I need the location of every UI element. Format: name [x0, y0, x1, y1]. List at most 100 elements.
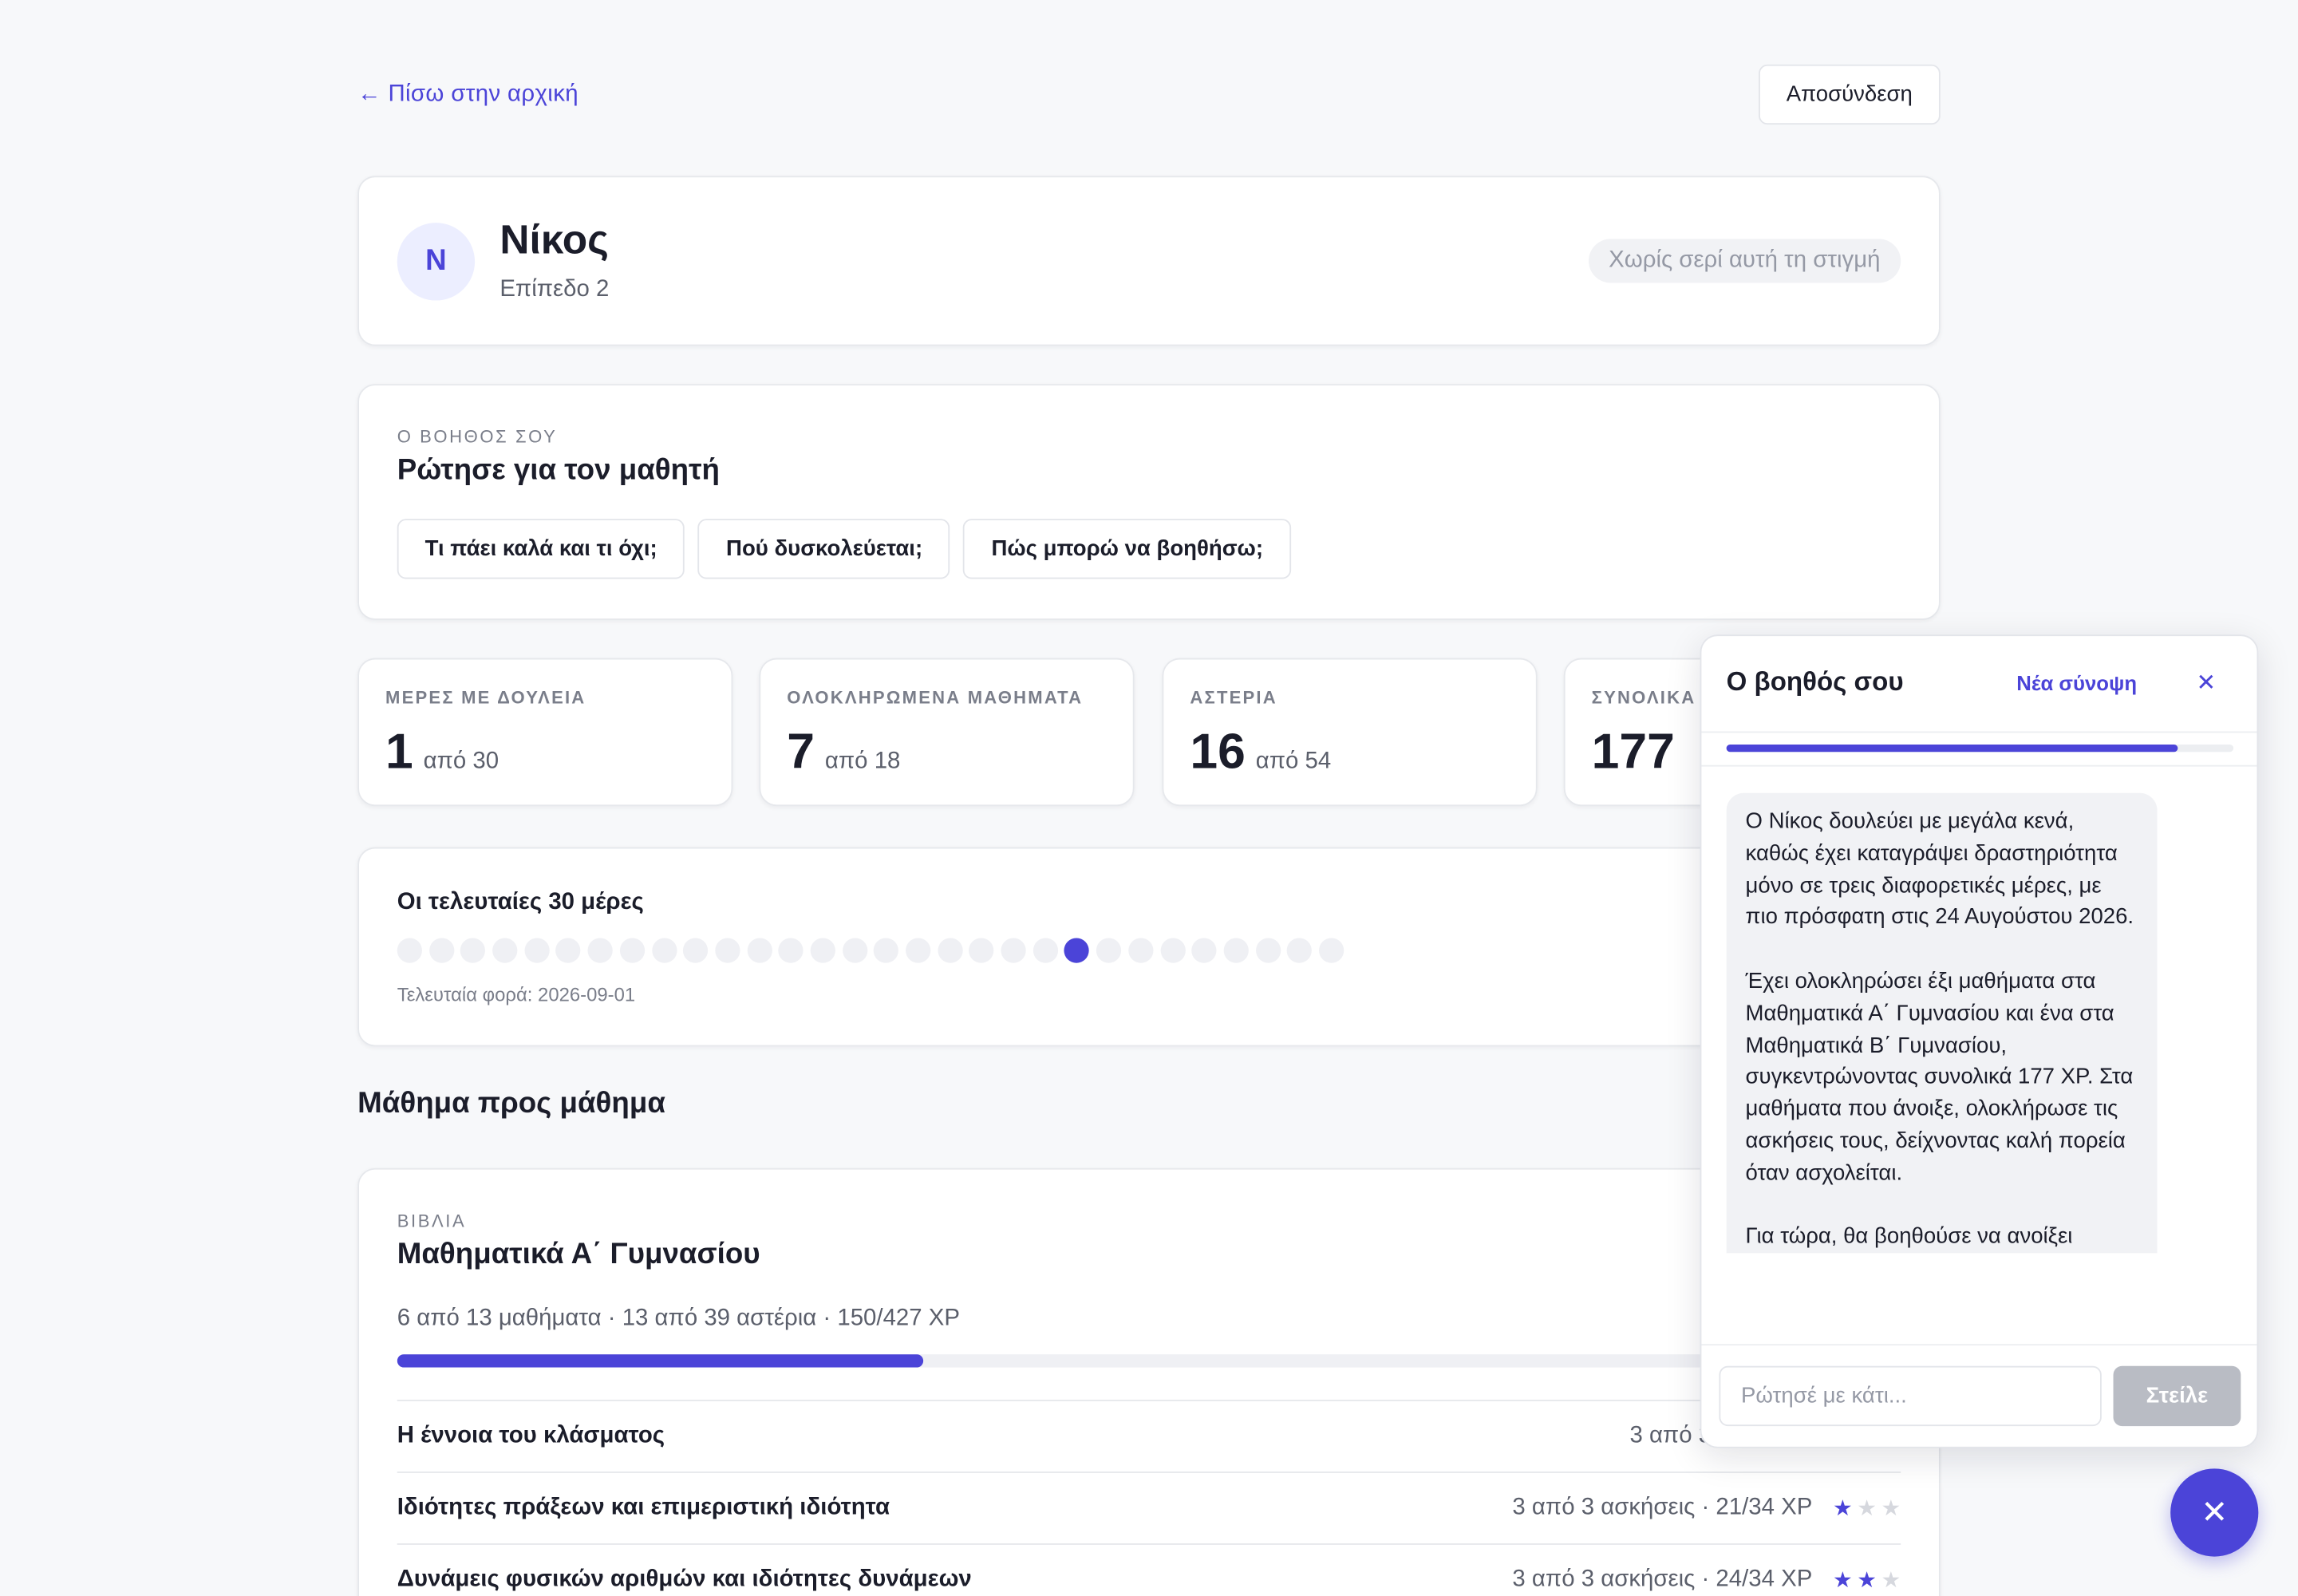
stat-value-row: 16 από 54	[1190, 724, 1331, 781]
activity-day-dot	[746, 938, 772, 963]
student-level: Επίπεδο 2	[499, 277, 610, 302]
book-title: Μαθηματικά Α΄ Γυμνασίου	[397, 1238, 760, 1271]
activity-day-dot	[1064, 938, 1090, 963]
activity-day-dot	[1255, 938, 1281, 963]
stat-label: ΑΣΤΕΡΙΑ	[1190, 687, 1277, 709]
last-seen: Τελευταία φορά: 2026-09-01	[397, 983, 636, 1005]
activity-day-dot	[555, 938, 582, 963]
activity-day-dot	[1001, 938, 1026, 963]
stat-value-row: 1 από 30	[385, 724, 499, 781]
profile-card: N Νίκος Επίπεδο 2 Χωρίς σερί αυτή τη στι…	[357, 176, 1941, 346]
assistant-card: Ο ΒΟΗΘΟΣ ΣΟΥ Ρώτησε για τον μαθητή Τι πά…	[357, 384, 1941, 620]
book-eyebrow: ΒΙΒΛΙΑ	[397, 1211, 467, 1231]
activity-day-dot	[874, 938, 899, 963]
streak-badge: Χωρίς σερί αυτή τη στιγμή	[1588, 239, 1901, 283]
star-icon: ★	[1881, 1568, 1901, 1594]
close-icon[interactable]: ✕	[2170, 1468, 2259, 1557]
send-button[interactable]: Στείλε	[2113, 1365, 2241, 1427]
chat-input[interactable]	[1719, 1365, 2102, 1427]
stat-value-row: 177	[1592, 724, 1685, 781]
student-name: Νίκος	[499, 216, 609, 263]
lesson-name: Δυνάμεις φυσικών αριθμών και ιδιότητες δ…	[397, 1566, 972, 1592]
stat-card-completed-lessons: ΟΛΟΚΛΗΡΩΜΕΝΑ ΜΑΘΗΜΑΤΑ 7 από 18	[759, 658, 1135, 807]
activity-day-dot	[1127, 938, 1154, 963]
chat-progress-bar	[1726, 745, 2234, 753]
top-bar: ← Πίσω στην αρχική Αποσύνδεση	[357, 64, 1941, 125]
activity-day-dot	[969, 938, 994, 963]
stat-sub: από 54	[1255, 749, 1332, 774]
chat-progress-fill	[1726, 745, 2178, 753]
lesson-row[interactable]: Δυνάμεις φυσικών αριθμών και ιδιότητες δ…	[397, 1543, 1901, 1596]
book-progress-bar	[397, 1354, 1901, 1368]
activity-day-dot	[1033, 938, 1058, 963]
lesson-row[interactable]: Ιδιότητες πράξεων και επιμεριστική ιδιότ…	[397, 1472, 1901, 1543]
stat-number: 7	[787, 724, 815, 780]
back-home-link[interactable]: ← Πίσω στην αρχική	[357, 81, 578, 108]
activity-day-dots	[397, 938, 1344, 963]
close-icon[interactable]: ✕	[2196, 669, 2216, 698]
activity-day-dot	[1287, 938, 1313, 963]
star-icon: ★	[1881, 1496, 1901, 1522]
activity-day-dot	[587, 938, 613, 963]
lesson-row[interactable]: Η έννοια του κλάσματος 3 από 3 ασκήσεις …	[397, 1400, 1901, 1472]
chat-title: Ο βοηθός σου	[1726, 666, 1904, 697]
activity-day-dot	[715, 938, 740, 963]
assistant-title: Ρώτησε για τον μαθητή	[397, 454, 720, 487]
chip-how-to-help[interactable]: Πώς μπορώ να βοηθήσω;	[963, 519, 1291, 579]
suggestion-chips: Τι πάει καλά και τι όχι; Πού δυσκολεύετα…	[397, 519, 1291, 579]
chip-where-struggles[interactable]: Πού δυσκολεύεται;	[698, 519, 951, 579]
lesson-name: Η έννοια του κλάσματος	[397, 1423, 665, 1448]
star-icon: ★	[1857, 1496, 1877, 1522]
activity-day-dot	[810, 938, 835, 963]
assistant-message: Ο Νίκος δουλεύει με μεγάλα κενά, καθώς έ…	[1726, 792, 2158, 1254]
star-icon: ★	[1833, 1496, 1853, 1522]
stat-number: 1	[385, 724, 413, 780]
chat-divider	[1701, 764, 2257, 767]
lesson-list: Η έννοια του κλάσματος 3 από 3 ασκήσεις …	[397, 1400, 1901, 1596]
activity-day-dot	[460, 938, 486, 963]
chat-messages[interactable]: Ο Νίκος δουλεύει με μεγάλα κενά, καθώς έ…	[1726, 792, 2158, 1347]
stat-label: ΣΥΝΟΛΙΚΑ	[1591, 687, 1696, 709]
star-icon: ★	[1833, 1568, 1853, 1594]
book-progress-fill	[397, 1354, 924, 1368]
stat-number: 177	[1591, 724, 1675, 780]
activity-day-dot	[651, 938, 677, 963]
star-icon: ★	[1857, 1568, 1877, 1594]
activity-day-dot	[937, 938, 963, 963]
activity-day-dot	[1318, 938, 1344, 963]
activity-day-dot	[1191, 938, 1217, 963]
lesson-meta: 3 από 3 ασκήσεις · 24/34 XP	[1512, 1566, 1813, 1592]
stat-number: 16	[1190, 724, 1246, 780]
lesson-stars: ★★★	[1833, 1566, 1901, 1593]
activity-title: Οι τελευταίες 30 μέρες	[397, 889, 644, 915]
book-summary: 6 από 13 μαθήματα · 13 από 39 αστέρια · …	[397, 1306, 960, 1331]
activity-day-dot	[619, 938, 645, 963]
assistant-eyebrow: Ο ΒΟΗΘΟΣ ΣΟΥ	[397, 426, 558, 448]
lesson-stars: ★★★	[1833, 1495, 1901, 1521]
chip-what-goes-well[interactable]: Τι πάει καλά και τι όχι;	[397, 519, 685, 579]
lesson-name: Ιδιότητες πράξεων και επιμεριστική ιδιότ…	[397, 1495, 890, 1520]
new-summary-button[interactable]: Νέα σύνοψη	[2016, 671, 2137, 694]
activity-day-dot	[1159, 938, 1185, 963]
stat-label: ΟΛΟΚΛΗΡΩΜΕΝΑ ΜΑΘΗΜΑΤΑ	[787, 687, 1084, 709]
logout-button[interactable]: Αποσύνδεση	[1758, 64, 1941, 125]
lesson-right: 3 από 3 ασκήσεις · 24/34 XP ★ ★ ★	[1512, 1566, 1901, 1593]
stat-sub: από 30	[423, 749, 499, 774]
activity-day-dot	[492, 938, 518, 963]
activity-day-dot	[683, 938, 709, 963]
stat-card-stars: ΑΣΤΕΡΙΑ 16 από 54	[1162, 658, 1538, 807]
activity-day-dot	[778, 938, 804, 963]
avatar: N	[397, 223, 476, 301]
stat-value-row: 7 από 18	[787, 724, 900, 781]
section-title: Μάθημα προς μάθημα	[357, 1087, 665, 1120]
assistant-chat-panel: Ο βοηθός σου Νέα σύνοψη ✕ Ο Νίκος δουλεύ…	[1700, 634, 2259, 1448]
activity-day-dot	[906, 938, 931, 963]
stat-card-work-days: ΜΕΡΕΣ ΜΕ ΔΟΥΛΕΙΑ 1 από 30	[357, 658, 733, 807]
activity-day-dot	[842, 938, 867, 963]
activity-day-dot	[1223, 938, 1249, 963]
stat-sub: από 18	[824, 749, 901, 774]
stat-label: ΜΕΡΕΣ ΜΕ ΔΟΥΛΕΙΑ	[385, 687, 586, 709]
lesson-right: 3 από 3 ασκήσεις · 21/34 XP ★ ★ ★	[1512, 1495, 1901, 1521]
lesson-meta: 3 από 3 ασκήσεις · 21/34 XP	[1512, 1495, 1813, 1520]
activity-day-dot	[428, 938, 454, 963]
